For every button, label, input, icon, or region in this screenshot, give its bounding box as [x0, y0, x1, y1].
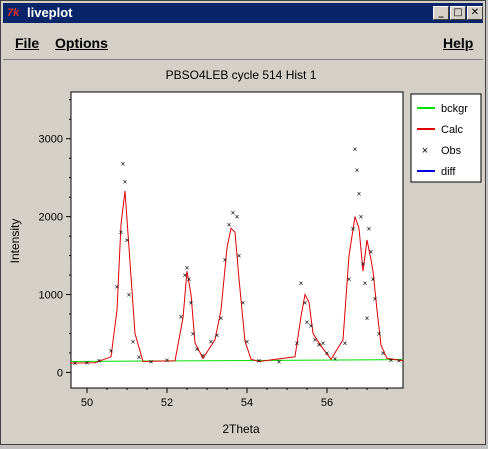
obs-point: ×	[195, 345, 200, 354]
obs-point: ×	[365, 314, 370, 323]
y-axis-label: Intensity	[8, 219, 22, 264]
obs-point: ×	[127, 291, 132, 300]
minimize-button[interactable]: _	[433, 6, 449, 20]
obs-point: ×	[377, 329, 382, 338]
menu-options-label: Options	[55, 35, 108, 51]
x-tick-label: 50	[81, 397, 93, 409]
obs-point: ×	[125, 236, 130, 245]
obs-point: ×	[295, 339, 300, 348]
x-axis-label: 2Theta	[222, 422, 260, 436]
obs-point: ×	[245, 337, 250, 346]
obs-point: ×	[109, 347, 114, 356]
obs-point: ×	[397, 357, 402, 366]
obs-point: ×	[277, 358, 282, 367]
legend: bckgr Calc × Obs diff	[410, 93, 482, 183]
legend-label-Obs: Obs	[441, 145, 462, 157]
y-tick-label: 1000	[39, 290, 63, 302]
obs-point: ×	[241, 298, 246, 307]
obs-point: ×	[121, 160, 126, 169]
obs-point: ×	[389, 356, 394, 365]
obs-point: ×	[237, 252, 242, 261]
chart-title: PBSO4LEB cycle 514 Hist 1	[166, 68, 317, 82]
obs-point: ×	[299, 279, 304, 288]
obs-point: ×	[359, 213, 364, 222]
x-tick-label: 56	[321, 397, 333, 409]
y-tick-label: 0	[57, 367, 63, 379]
obs-point: ×	[303, 298, 308, 307]
window-title: liveplot	[27, 5, 73, 20]
obs-point: ×	[371, 275, 376, 284]
obs-point: ×	[189, 298, 194, 307]
obs-point: ×	[235, 213, 240, 222]
x-tick-label: 52	[161, 397, 173, 409]
y-tick-label: 3000	[39, 134, 63, 146]
menu-file-label: File	[15, 35, 40, 51]
title-bar[interactable]: 7k liveplot _ □ ✕	[3, 3, 483, 23]
obs-point: ×	[149, 358, 154, 367]
obs-point: ×	[187, 275, 192, 284]
obs-point: ×	[137, 353, 142, 362]
liveplot-window: 7k liveplot _ □ ✕ File Options Help PBSO…	[0, 0, 486, 445]
obs-point: ×	[201, 351, 206, 360]
obs-point: ×	[321, 339, 326, 348]
legend-label-diff: diff	[441, 166, 456, 178]
tk-feather-icon[interactable]: 7k	[7, 5, 23, 21]
obs-point: ×	[361, 259, 366, 268]
y-tick-label: 2000	[39, 212, 63, 224]
obs-point: ×	[223, 255, 228, 264]
obs-point: ×	[351, 224, 356, 233]
obs-point: ×	[373, 294, 378, 303]
obs-point: ×	[85, 358, 90, 367]
obs-point: ×	[97, 357, 102, 366]
obs-point: ×	[179, 312, 184, 321]
obs-point: ×	[257, 357, 262, 366]
obs-point: ×	[165, 356, 170, 365]
legend-label-Calc: Calc	[441, 124, 464, 136]
obs-point: ×	[73, 359, 78, 368]
obs-point: ×	[381, 349, 386, 358]
obs-point: ×	[367, 224, 372, 233]
obs-point: ×	[333, 354, 338, 363]
obs-point: ×	[347, 275, 352, 284]
x-tick-label: 54	[241, 397, 253, 409]
legend-marker-Obs: ×	[422, 145, 428, 157]
plot-frame[interactable]	[70, 91, 404, 389]
obs-point: ×	[209, 337, 214, 346]
menu-help-label: Help	[443, 35, 474, 51]
obs-point: ×	[131, 337, 136, 346]
menu-file[interactable]: File	[15, 35, 39, 51]
obs-point: ×	[353, 145, 358, 154]
obs-point: ×	[191, 329, 196, 338]
plot-area: PBSO4LEB cycle 514 Hist 1 0 1000 2000 3000 5…	[3, 61, 485, 444]
obs-point: ×	[123, 178, 128, 187]
menu-help[interactable]: Help	[443, 35, 473, 51]
obs-point: ×	[119, 228, 124, 237]
obs-point: ×	[227, 220, 232, 229]
obs-point: ×	[185, 263, 190, 272]
obs-point: ×	[215, 331, 220, 340]
obs-point: ×	[369, 248, 374, 257]
powder-pattern-chart[interactable]: PBSO4LEB cycle 514 Hist 1 0 1000 2000 3000 5…	[3, 61, 485, 444]
obs-point: ×	[355, 166, 360, 175]
menu-bar: File Options Help	[3, 25, 483, 60]
obs-point: ×	[219, 314, 224, 323]
maximize-button[interactable]: □	[450, 6, 466, 20]
menu-options[interactable]: Options	[55, 35, 108, 51]
obs-point: ×	[357, 189, 362, 198]
obs-point: ×	[363, 279, 368, 288]
legend-label-bckgr: bckgr	[441, 103, 468, 115]
obs-point: ×	[325, 349, 330, 358]
obs-point: ×	[309, 322, 314, 331]
obs-point: ×	[115, 283, 120, 292]
obs-point: ×	[343, 339, 348, 348]
close-button[interactable]: ✕	[467, 6, 483, 20]
